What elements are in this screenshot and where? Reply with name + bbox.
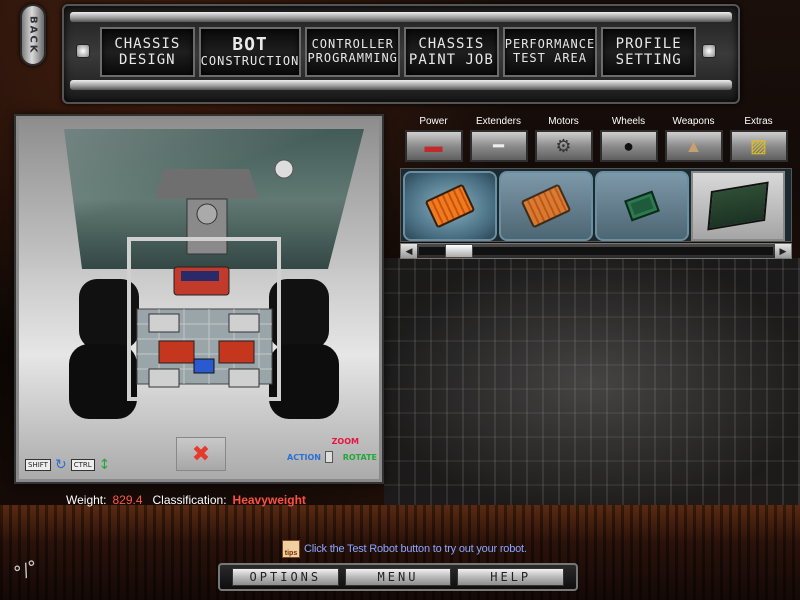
part-preview-thumbnail[interactable]: ✖ <box>176 437 226 471</box>
rotate-label: ROTATE <box>342 453 377 462</box>
tab-profile-setting[interactable]: PROFILE SETTING <box>601 27 696 77</box>
tab-chassis-paint-job[interactable]: CHASSIS PAINT JOB <box>404 27 499 77</box>
robot-3d-viewport[interactable]: SHIFT ↻ CTRL ↕ ✖ ZOOM ACTION ROTATE <box>16 116 382 482</box>
shift-key-label: SHIFT <box>25 459 51 471</box>
part-item[interactable] <box>499 171 593 241</box>
category-extenders[interactable]: Extenders ━ <box>467 114 530 166</box>
circuit-background <box>384 258 800 508</box>
weapon-arm <box>154 169 259 199</box>
motor <box>148 313 180 333</box>
category-wheels[interactable]: Wheels ● <box>597 114 660 166</box>
category-extras[interactable]: Extras ▨ <box>727 114 790 166</box>
mouse-controls-legend: ZOOM ACTION ROTATE <box>287 437 377 469</box>
action-label: ACTION <box>287 453 321 462</box>
back-button[interactable]: BACK <box>20 4 46 66</box>
mouse-icon <box>325 451 333 463</box>
wheel-rear-left <box>69 344 137 419</box>
part-item[interactable] <box>595 171 689 241</box>
motor <box>228 368 260 388</box>
tip-bar: tips Click the Test Robot button to try … <box>282 540 527 558</box>
wheel-icon[interactable]: ● <box>599 130 658 162</box>
category-power[interactable]: Power ▬ <box>402 114 465 166</box>
battery-icon[interactable]: ▬ <box>404 130 463 162</box>
battery-label <box>181 271 219 281</box>
wrench-icon: ✖ <box>191 441 211 466</box>
tab-performance-test-area[interactable]: PERFORMANCE TEST AREA <box>502 27 598 77</box>
nav-rail-bottom <box>70 80 732 90</box>
category-motors[interactable]: Motors ⚙ <box>532 114 595 166</box>
ctrl-key-label: CTRL <box>70 459 95 471</box>
scroll-left-icon[interactable]: ◀ <box>401 244 417 258</box>
pulley <box>196 203 218 225</box>
back-button-label: BACK <box>27 15 39 55</box>
tab-bot-construction[interactable]: BOT CONSTRUCTION <box>198 27 302 77</box>
motor <box>148 368 180 388</box>
motor-icon[interactable]: ⚙ <box>534 130 593 162</box>
zoom-label: ZOOM <box>331 437 359 446</box>
robot-model[interactable] <box>69 159 339 419</box>
circuit-board-icon <box>707 181 769 231</box>
parts-scrollbar[interactable]: ◀ ▶ <box>400 243 792 259</box>
options-button[interactable]: OPTIONS <box>232 568 339 586</box>
orange-controller-board-icon <box>520 183 572 229</box>
bolt-icon <box>702 44 716 58</box>
classification-value: Heavyweight <box>232 493 306 507</box>
vertical-arrow-icon: ↕ <box>98 457 111 473</box>
spike-icon[interactable]: ▲ <box>664 130 723 162</box>
parts-list <box>400 168 792 242</box>
speed-controller <box>218 340 255 364</box>
main-nav: CHASSIS DESIGN BOT CONSTRUCTION CONTROLL… <box>100 27 696 77</box>
orange-controller-board-icon <box>424 183 476 229</box>
weight-value: 829.4 <box>112 493 143 507</box>
menu-button[interactable]: MENU <box>344 568 452 586</box>
rotate-arrow-icon: ↻ <box>54 457 67 473</box>
bottom-menu: OPTIONS MENU HELP <box>218 563 578 591</box>
classification-label: Classification: <box>152 493 227 507</box>
nav-rail-top <box>70 12 732 22</box>
tab-controller-programming[interactable]: CONTROLLER PROGRAMMING <box>305 27 401 77</box>
tab-chassis-design[interactable]: CHASSIS DESIGN <box>100 27 195 77</box>
hazard-plate-icon[interactable]: ▨ <box>729 130 788 162</box>
receiver <box>193 358 215 374</box>
extender-bar-icon[interactable]: ━ <box>469 130 528 162</box>
scroll-thumb[interactable] <box>445 244 473 258</box>
scroll-right-icon[interactable]: ▶ <box>775 244 791 258</box>
scroll-track[interactable] <box>419 244 773 258</box>
part-item[interactable] <box>691 171 785 241</box>
parts-categories: Power ▬ Extenders ━ Motors ⚙ Wheels ● We… <box>402 114 790 166</box>
motor <box>228 313 260 333</box>
bolt-icon <box>76 44 90 58</box>
tips-icon: tips <box>282 540 300 558</box>
speed-controller <box>158 340 195 364</box>
weight-label: Weight: <box>66 493 107 507</box>
viewport-controls-hint: SHIFT ↻ CTRL ↕ <box>25 457 110 473</box>
robot-stats: Weight: 829.4 Classification: Heavyweigh… <box>66 493 306 507</box>
tip-text: Click the Test Robot button to try out y… <box>304 543 527 555</box>
green-speed-controller-icon <box>624 190 660 222</box>
category-weapons[interactable]: Weapons ▲ <box>662 114 725 166</box>
part-item[interactable] <box>403 171 497 241</box>
help-button[interactable]: HELP <box>457 568 565 586</box>
weapon-ball <box>274 159 294 179</box>
